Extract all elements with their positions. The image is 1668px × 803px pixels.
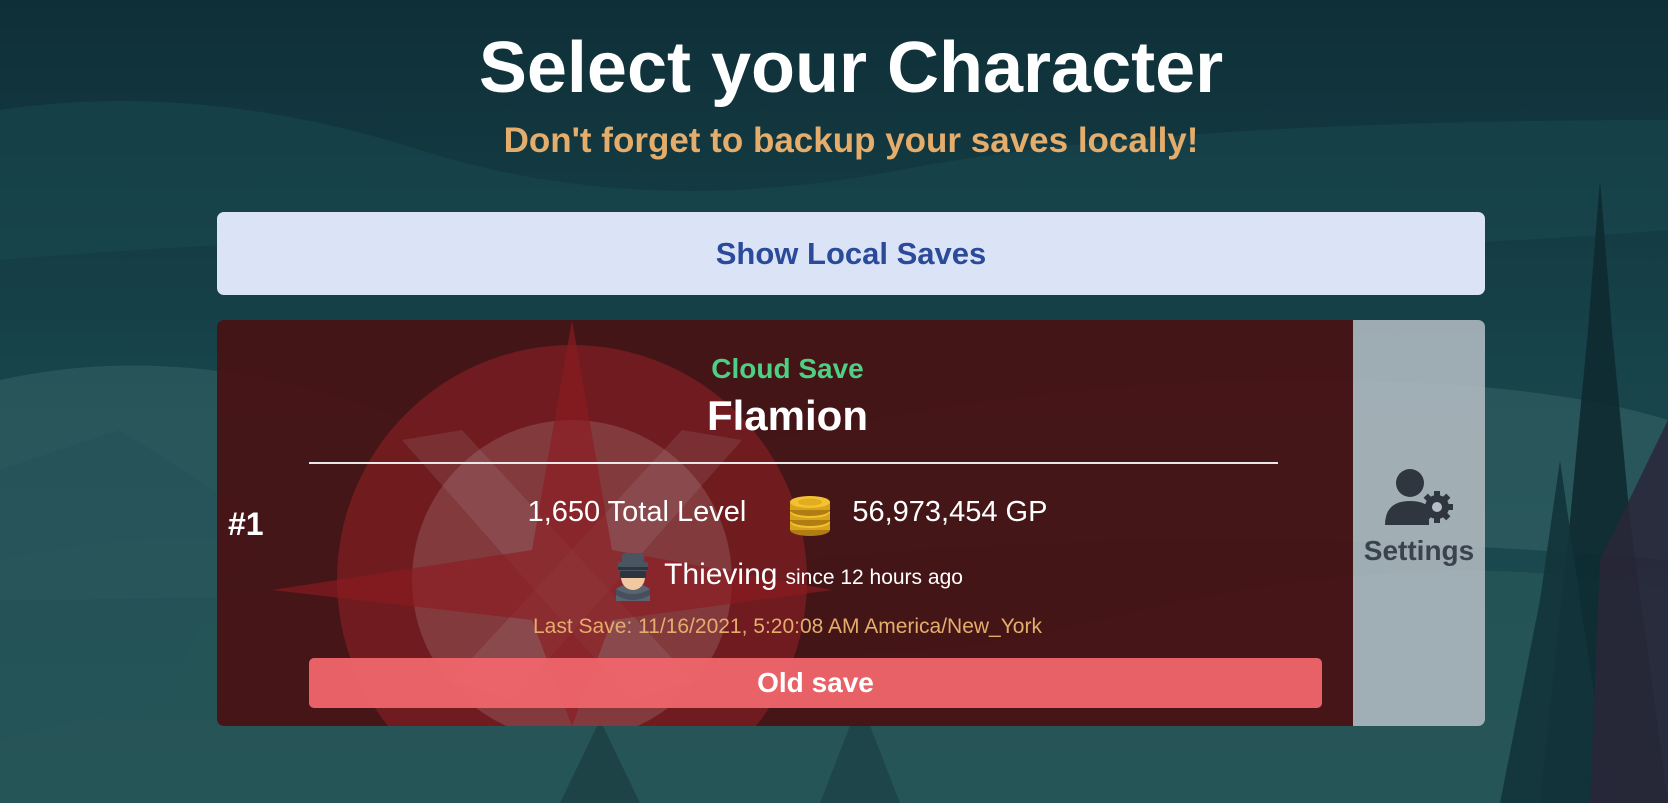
activity-skill: Thieving [664,558,778,591]
character-stats: 1,650 Total Level 56,973,454 GP [217,482,1353,542]
backup-reminder: Don't forget to backup your saves locall… [503,121,1199,160]
save-settings-button[interactable]: Settings [1353,320,1485,726]
save-type-label: Cloud Save [711,353,864,384]
gp-group: 56,973,454 GP [784,486,1047,538]
current-activity: Thieving since 12 hours ago [217,545,1353,605]
character-name: Flamion [706,392,868,439]
activity-duration: since 12 hours ago [785,566,963,589]
old-save-button[interactable]: Old save [309,658,1322,708]
user-gear-icon [1385,469,1453,525]
page-title: Select your Character [478,28,1224,108]
total-level: 1,650 Total Level [527,495,747,528]
save-slot-load-area[interactable]: #1 Cloud Save Flamion 1,650 Total Level [217,320,1353,726]
settings-label: Settings [1363,535,1475,566]
divider [309,462,1278,464]
thief-icon [616,553,651,601]
last-save-timestamp: Last Save: 11/16/2021, 5:20:08 AM Americ… [533,615,1042,638]
coins-icon [790,496,831,536]
save-slot-card: #1 Cloud Save Flamion 1,650 Total Level [217,320,1485,726]
gp-amount: 56,973,454 GP [852,495,1048,528]
show-local-saves-button[interactable]: Show Local Saves [217,212,1485,295]
